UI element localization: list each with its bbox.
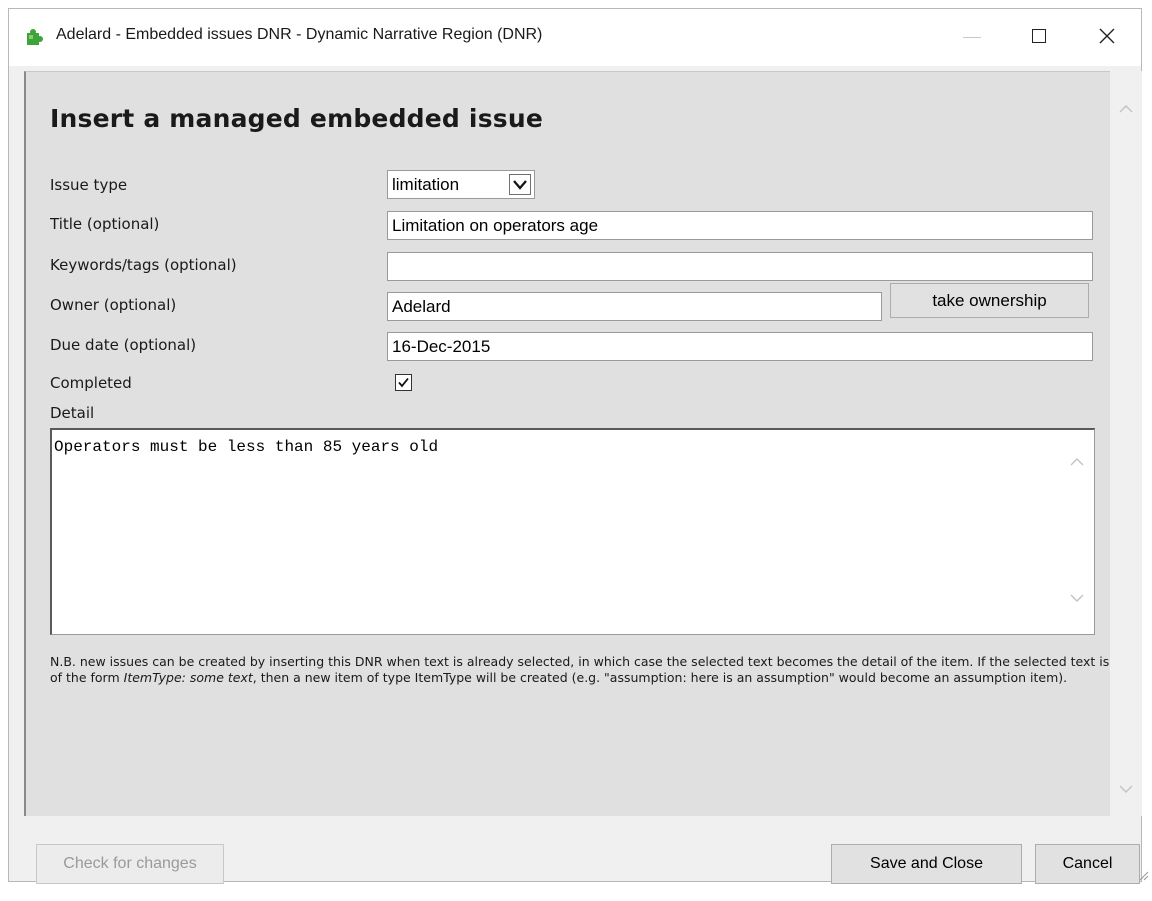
owner-input[interactable]: Adelard: [387, 292, 882, 321]
detail-textarea[interactable]: Operators must be less than 85 years old: [50, 428, 1095, 635]
minimize-button[interactable]: [941, 9, 1001, 66]
maximize-button[interactable]: [1009, 9, 1069, 66]
help-note-text-2: , then a new item of type ItemType will …: [252, 670, 1068, 685]
help-note: N.B. new issues can be created by insert…: [50, 654, 1110, 686]
dropdown-arrow-button[interactable]: [509, 174, 531, 195]
vertical-scrollbar[interactable]: [1110, 71, 1142, 816]
completed-checkbox[interactable]: [395, 374, 412, 391]
take-ownership-button[interactable]: take ownership: [890, 283, 1089, 318]
save-and-close-button[interactable]: Save and Close: [831, 844, 1022, 884]
scroll-down-arrow-icon[interactable]: [1069, 590, 1085, 606]
app-puzzle-icon: [27, 29, 43, 45]
form-panel: Insert a managed embedded issue Issue ty…: [24, 71, 1110, 816]
due-date-label: Due date (optional): [50, 336, 197, 354]
chevron-down-icon: [513, 180, 527, 190]
keywords-label: Keywords/tags (optional): [50, 256, 237, 274]
help-note-italic: ItemType: some text: [123, 670, 253, 685]
detail-text: Operators must be less than 85 years old: [54, 438, 439, 456]
completed-label: Completed: [50, 374, 132, 392]
cancel-button[interactable]: Cancel: [1035, 844, 1140, 884]
close-button[interactable]: [1077, 9, 1137, 66]
title-bar[interactable]: Adelard - Embedded issues DNR - Dynamic …: [9, 9, 1141, 66]
detail-label: Detail: [50, 404, 95, 422]
scroll-up-arrow-icon[interactable]: [1069, 454, 1085, 470]
page-title: Insert a managed embedded issue: [50, 104, 544, 133]
due-date-input[interactable]: 16-Dec-2015: [387, 332, 1093, 361]
check-for-changes-button[interactable]: Check for changes: [36, 844, 224, 884]
dialog-window: Adelard - Embedded issues DNR - Dynamic …: [8, 8, 1149, 884]
issue-type-select[interactable]: limitation: [387, 170, 535, 199]
resize-grip-icon[interactable]: [1137, 869, 1149, 881]
owner-label: Owner (optional): [50, 296, 177, 314]
close-icon: [1099, 28, 1115, 44]
issue-type-label: Issue type: [50, 176, 128, 194]
window-title: Adelard - Embedded issues DNR - Dynamic …: [56, 26, 543, 43]
scroll-down-arrow-icon[interactable]: [1118, 781, 1134, 797]
title-input[interactable]: Limitation on operators age: [387, 211, 1093, 240]
title-label: Title (optional): [50, 215, 160, 233]
issue-type-value: limitation: [392, 175, 460, 194]
keywords-input[interactable]: [387, 252, 1093, 281]
checkmark-icon: [398, 377, 409, 388]
scroll-up-arrow-icon[interactable]: [1118, 101, 1134, 117]
